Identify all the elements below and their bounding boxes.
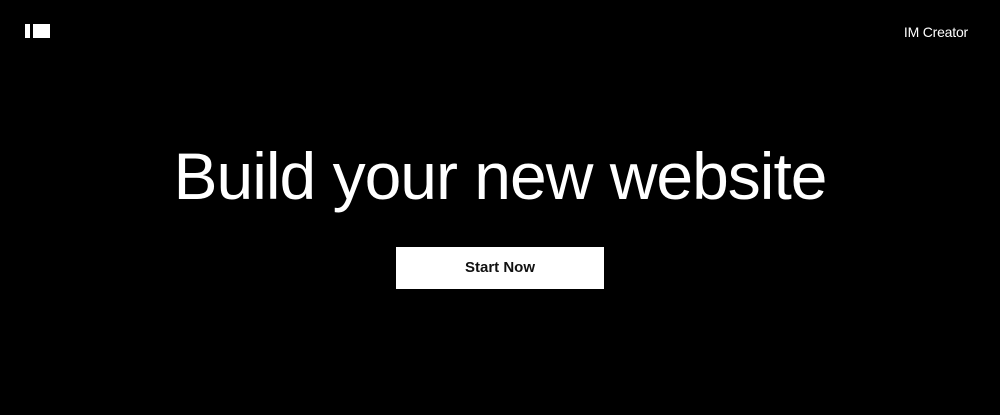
hero-banner: IM Creator Build your new website Start … <box>0 0 1000 415</box>
logo-block-shape <box>33 24 50 38</box>
start-now-button[interactable]: Start Now <box>396 247 604 289</box>
brand-link[interactable]: IM Creator <box>904 24 968 40</box>
hero-headline: Build your new website <box>173 139 827 213</box>
logo-bar-shape <box>25 24 30 38</box>
imcreator-logo-icon[interactable] <box>25 24 50 38</box>
